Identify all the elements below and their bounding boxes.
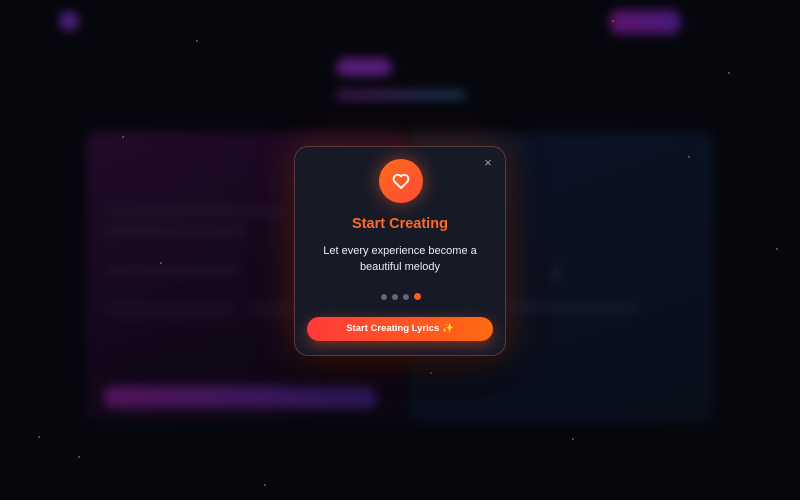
hero-pill-inactive: [404, 58, 464, 76]
hero-subtitle: [294, 112, 506, 120]
particle: [688, 156, 690, 158]
left-panel-field: [104, 300, 234, 318]
step-dot[interactable]: [381, 294, 387, 300]
modal-icon-badge: [379, 159, 423, 203]
start-creating-lyrics-button[interactable]: Start Creating Lyrics ✨: [307, 317, 493, 341]
particle: [38, 436, 40, 438]
left-panel-line: [106, 228, 246, 234]
particle: [728, 72, 730, 74]
microphone-icon: ♪: [550, 258, 561, 283]
close-icon[interactable]: ×: [481, 156, 495, 170]
particle: [572, 438, 574, 440]
particle: [122, 136, 124, 138]
hero-pill-active: [336, 58, 392, 76]
right-panel-line: [486, 304, 638, 310]
top-navigation: [0, 0, 800, 44]
modal-title: Start Creating: [352, 216, 448, 232]
particle: [776, 248, 778, 250]
onboarding-modal: × Start Creating Let every experience be…: [294, 146, 506, 356]
step-dot[interactable]: [392, 294, 398, 300]
left-panel-line: [106, 208, 286, 214]
nav-cta-button: [610, 10, 680, 34]
particle: [612, 20, 614, 22]
step-dot[interactable]: [403, 294, 409, 300]
left-panel-button: [104, 386, 376, 408]
particle: [430, 372, 432, 374]
particle: [160, 262, 162, 264]
hero-title: [336, 90, 466, 100]
left-panel-line: [106, 268, 238, 274]
step-indicator: [381, 293, 423, 301]
particle: [196, 40, 198, 42]
heart-icon: [392, 173, 410, 189]
logo-icon: [60, 12, 78, 30]
step-dot-active[interactable]: [414, 293, 421, 300]
particle: [264, 484, 266, 486]
particle: [78, 456, 80, 458]
modal-description: Let every experience become a beautiful …: [323, 245, 477, 273]
